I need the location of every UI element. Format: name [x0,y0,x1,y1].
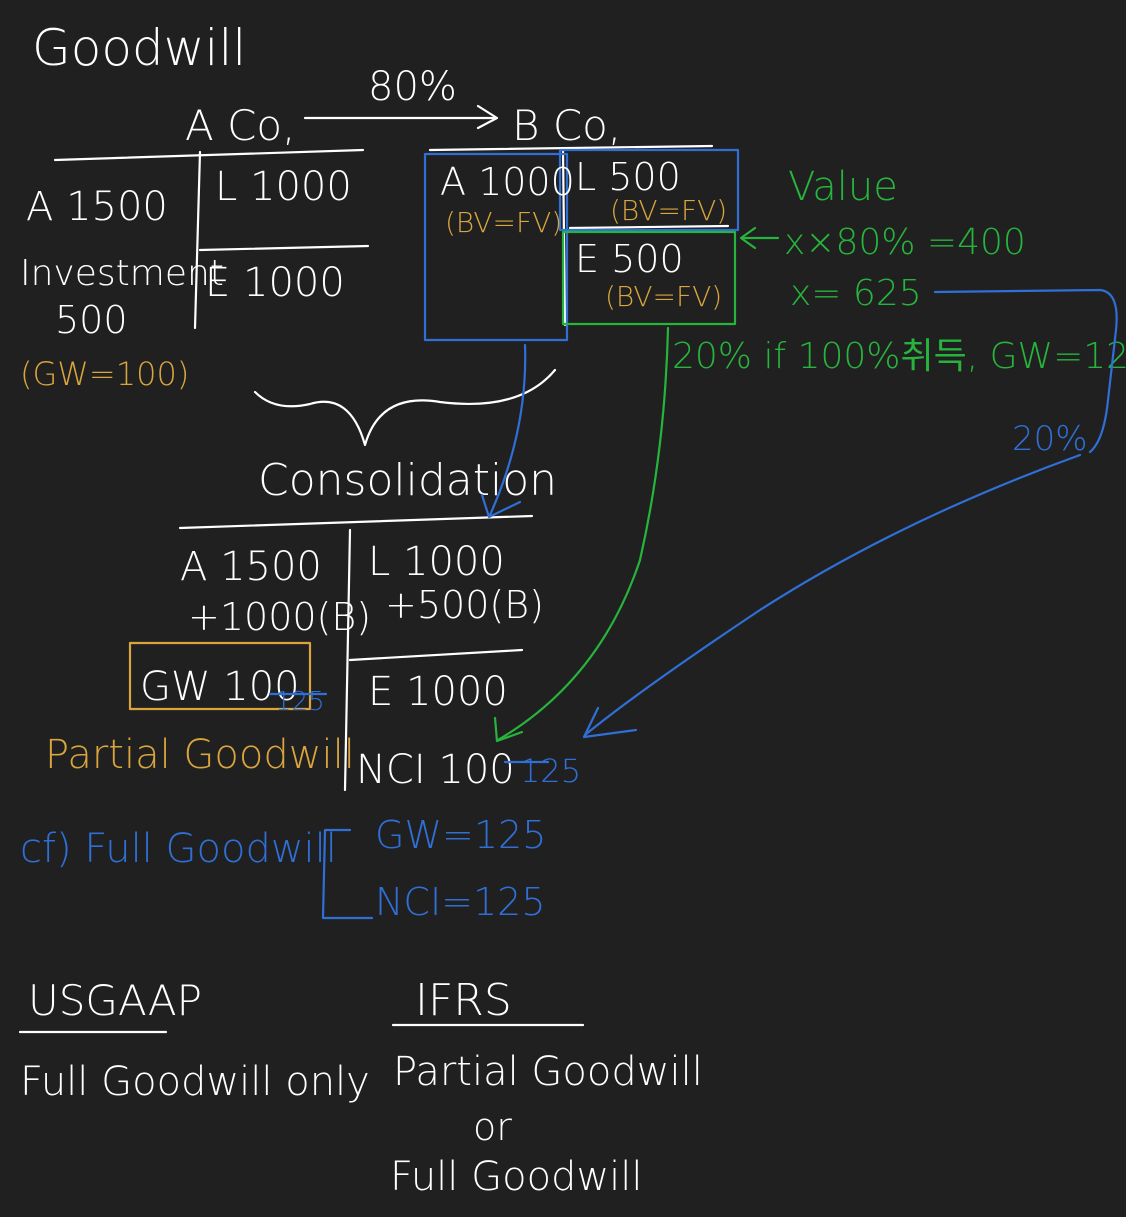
consolidation-equity-line [348,648,524,662]
consolidation-equity: E 1000 [368,669,508,715]
consolidation-assets: A 1500 [180,544,322,590]
ownership-percent-label: 80% [368,64,457,110]
a-co-assets: A 1500 [26,184,168,230]
a-co-equity-line [198,244,370,252]
consolidation-nci: NCI 100 [356,747,515,793]
b-co-liabilities: L 500 [575,155,681,199]
consolidation-nci-alt: 125 [520,752,581,790]
title-text: Goodwill [32,19,246,77]
b-co-assets-note: (BV=FV) [445,206,562,239]
consolidation-liabilities-add: +500(B) [385,583,544,627]
value-label: Value [788,164,898,210]
combine-brace [253,368,557,447]
parent-company-label: A Co, [185,101,295,150]
b-co-liabilities-note: (BV=FV) [610,194,727,227]
full-goodwill-nci: NCI=125 [375,880,546,924]
a-co-liabilities: L 1000 [215,164,352,210]
subsidiary-company-label: B Co, [512,101,621,150]
bracket-arrow-head [582,706,638,739]
usgaap-title: USGAAP [28,976,202,1025]
full-goodwill-gw: GW=125 [375,813,546,857]
equity-arrow-head [493,716,524,743]
value-note: 20% if 100%취득, GW=125 [672,336,1126,377]
ifrs-or: or [473,1105,512,1149]
value-equation-1: x×80% =400 [784,222,1026,263]
b-co-equity: E 500 [575,237,684,281]
whiteboard-canvas: Goodwill A Co, 80% B Co, A 1500 Investme… [0,0,1126,1217]
ifrs-option-2: Full Goodwill [390,1154,643,1200]
ifrs-option-1: Partial Goodwill [393,1049,703,1095]
usgaap-text: Full Goodwill only [20,1059,370,1105]
full-goodwill-label: cf) Full Goodwill [20,826,337,872]
a-co-goodwill-note: (GW=100) [20,355,189,393]
b-co-assets: A 1000 [440,160,575,204]
a-co-top-line [53,148,365,162]
consolidation-goodwill-alt: 125 [275,687,325,717]
consolidation-top-line [178,514,534,530]
drawing-layer: Goodwill A Co, 80% B Co, A 1500 Investme… [18,19,1126,1200]
b-co-equity-note: (BV=FV) [605,280,722,313]
a-co-investment-label: Investment [20,253,224,294]
consolidation-liabilities: L 1000 [368,539,505,585]
a-co-divider [193,150,202,330]
ifrs-title: IFRS [415,975,512,1026]
a-co-investment-value: 500 [55,298,128,342]
consolidation-assets-add: +1000(B) [188,595,371,639]
nci-percent-label: 20% [1012,419,1088,459]
a-co-equity: E 1000 [205,260,345,306]
partial-goodwill-label: Partial Goodwill [45,732,355,778]
consolidation-title: Consolidation [258,455,557,506]
bracket-to-nci-arrow [583,453,1082,737]
value-equation-2: x= 625 [790,273,922,314]
